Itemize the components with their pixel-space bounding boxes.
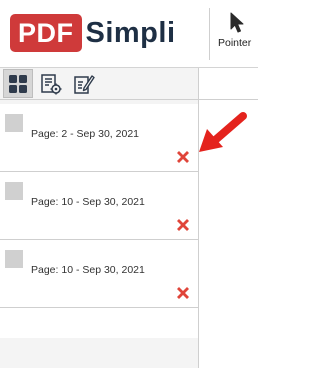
sidebar-view-toolbar xyxy=(0,68,198,100)
grid-icon xyxy=(9,74,27,93)
annotation-label: Page: 10 - Sep 30, 2021 xyxy=(31,264,145,276)
page-thumbnail xyxy=(5,250,23,268)
edit-notes-view-button[interactable] xyxy=(69,69,99,98)
thumbnails-view-button[interactable] xyxy=(3,69,33,98)
list-empty-space xyxy=(0,308,198,338)
toolbar-divider xyxy=(209,8,210,60)
top-toolbar: PDF Simpli Pointer xyxy=(0,0,258,68)
annotation-list: Page: 2 - Sep 30, 2021 Page: 10 - Sep 30… xyxy=(0,104,198,338)
delete-x-icon[interactable] xyxy=(175,217,191,233)
delete-x-icon[interactable] xyxy=(175,149,191,165)
list-item[interactable]: Page: 10 - Sep 30, 2021 xyxy=(0,172,198,240)
toolbar-divider-line xyxy=(199,99,258,100)
logo-simpli-text: Simpli xyxy=(85,17,176,49)
app-root: PDF Simpli Pointer Page: 2 - Sep 30, 202… xyxy=(0,0,258,368)
red-arrow-icon xyxy=(199,112,247,152)
annotation-label: Page: 10 - Sep 30, 2021 xyxy=(31,196,145,208)
pdfsimpli-logo[interactable]: PDF Simpli xyxy=(10,14,176,52)
delete-x-icon[interactable] xyxy=(175,285,191,301)
page-thumbnail xyxy=(5,182,23,200)
list-settings-icon xyxy=(41,73,62,94)
pointer-tool-button[interactable]: Pointer xyxy=(212,10,258,58)
list-item[interactable]: Page: 2 - Sep 30, 2021 xyxy=(0,104,198,172)
pointer-label: Pointer xyxy=(218,37,252,49)
list-item[interactable]: Page: 10 - Sep 30, 2021 xyxy=(0,240,198,308)
edit-note-icon xyxy=(74,74,95,94)
annotation-label: Page: 2 - Sep 30, 2021 xyxy=(31,128,139,140)
annotations-sidebar: Page: 2 - Sep 30, 2021 Page: 10 - Sep 30… xyxy=(0,68,199,368)
page-thumbnail xyxy=(5,114,23,132)
annotations-list-view-button[interactable] xyxy=(36,69,66,98)
cursor-arrow-icon xyxy=(230,12,244,33)
logo-pdf-text: PDF xyxy=(10,14,82,52)
